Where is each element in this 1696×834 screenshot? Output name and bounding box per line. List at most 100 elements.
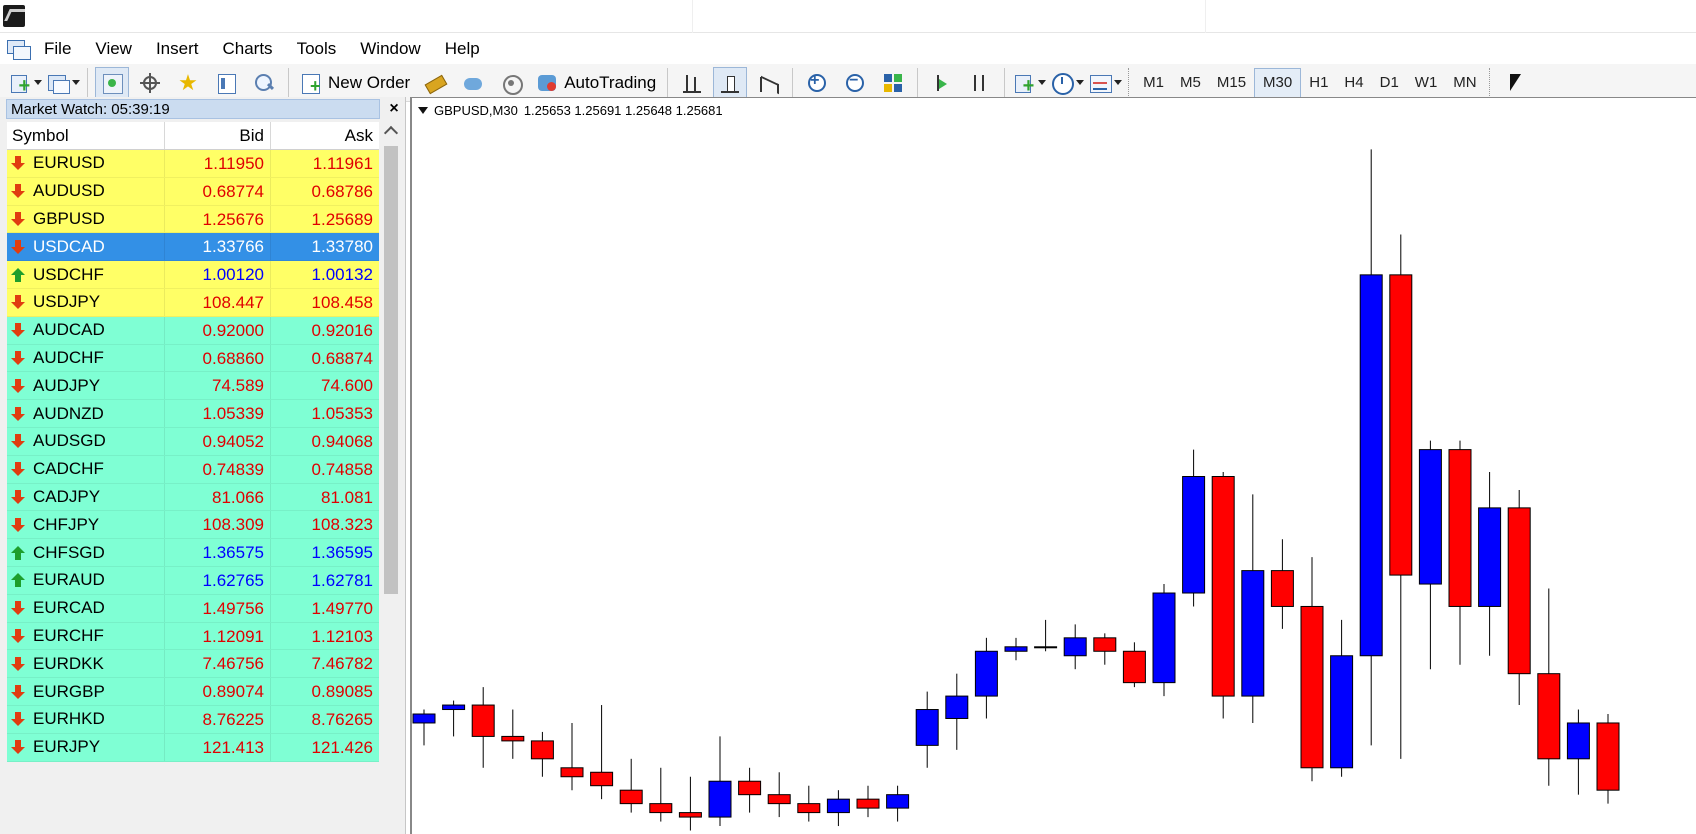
line-chart-button[interactable] [751,67,785,99]
timeframe-m5[interactable]: M5 [1172,68,1209,98]
new-chart-button[interactable] [8,67,42,99]
cursor-button[interactable] [1498,67,1532,99]
close-icon[interactable]: × [386,100,402,118]
chart-shift-button[interactable] [925,67,959,99]
navigator-button[interactable]: ★ [171,67,205,99]
candle [1330,619,1354,777]
market-watch-row-audchf[interactable]: AUDCHF 0.68860 0.68874 [7,344,379,373]
market-watch-row-audusd[interactable]: AUDUSD 0.68774 0.68786 [7,177,379,206]
symbol-cell: EURCAD [7,594,165,622]
market-watch-row-audsgd[interactable]: AUDSGD 0.94052 0.94068 [7,427,379,456]
chart-menu-triangle-icon[interactable] [418,107,428,114]
menu-view[interactable]: View [83,34,144,64]
candle-body-bull [1478,507,1502,607]
timeframe-m30[interactable]: M30 [1254,67,1302,98]
chevron-down-icon[interactable] [1075,80,1084,85]
market-watch-row-eurhkd[interactable]: EURHKD 8.76225 8.76265 [7,705,379,734]
market-watch-row-eurusd[interactable]: EURUSD 1.11950 1.11961 [7,150,379,178]
toolbar-grip[interactable] [1488,67,1492,98]
candle-body-bear [530,740,554,760]
market-watch-row-gbpusd[interactable]: GBPUSD 1.25676 1.25689 [7,205,379,234]
timeframe-m1[interactable]: M1 [1135,68,1172,98]
ask-cell: 0.68786 [311,181,373,201]
menu-charts[interactable]: Charts [210,34,284,64]
candle [649,767,673,822]
vps-button[interactable] [456,67,490,99]
timeframe-w1[interactable]: W1 [1407,68,1446,98]
menu-file[interactable]: File [32,34,83,64]
chevron-down-icon[interactable] [1113,80,1122,85]
market-watch-row-eurdkk[interactable]: EURDKK 7.46756 7.46782 [7,650,379,679]
menu-tools[interactable]: Tools [285,34,349,64]
timeframe-m15[interactable]: M15 [1209,68,1254,98]
market-watch-row-usdcad[interactable]: USDCAD 1.33766 1.33780 [7,233,379,262]
market-watch-row-eurchf[interactable]: EURCHF 1.12091 1.12103 [7,622,379,651]
candle [1241,494,1265,723]
chevron-down-icon[interactable] [33,80,42,85]
strategy-tester-button[interactable] [247,67,281,99]
timeframe-d1[interactable]: D1 [1372,68,1407,98]
candle [590,705,614,800]
templates-button[interactable] [1088,67,1122,99]
ask-cell: 1.33780 [311,237,373,257]
column-header-symbol[interactable]: Symbol [7,122,165,149]
toolbar-separator [667,67,669,98]
candle-body-bull [1152,592,1176,684]
menu-help[interactable]: Help [433,34,492,64]
candle-body-bear [738,780,762,796]
candlesticks-button[interactable] [713,66,748,99]
market-watch-row-cadjpy[interactable]: CADJPY 81.066 81.081 [7,483,379,512]
chevron-down-icon[interactable] [71,80,80,85]
chevron-up-icon[interactable] [383,125,399,141]
column-header-bid[interactable]: Bid [165,122,271,149]
market-watch-row-eurjpy[interactable]: EURJPY 121.413 121.426 [7,733,379,762]
signals-button[interactable] [494,67,528,99]
auto-scroll-button[interactable] [963,67,997,99]
candle [1359,149,1383,746]
market-watch-row-eurgbp[interactable]: EURGBP 0.89074 0.89085 [7,678,379,706]
profiles-button[interactable] [46,67,80,99]
market-watch-row-usdchf[interactable]: USDCHF 1.00120 1.00132 [7,261,379,289]
market-watch-toggle-button[interactable] [95,66,129,99]
symbol-name: EURCHF [33,625,104,645]
timeframe-mn[interactable]: MN [1445,68,1484,98]
candle-body-bear [649,803,673,814]
arrow-down-icon [11,211,25,226]
chart-window[interactable]: GBPUSD,M30 1.25653 1.25691 1.25648 1.256… [410,97,1696,834]
timeframe-h1[interactable]: H1 [1301,68,1336,98]
new-order-button[interactable]: New Order [296,67,414,99]
candle-body-bull [1182,476,1206,594]
market-watch-row-usdjpy[interactable]: USDJPY 108.447 108.458 [7,288,379,317]
market-watch-row-euraud[interactable]: EURAUD 1.62765 1.62781 [7,566,379,595]
terminal-button[interactable] [209,67,243,99]
metaeditor-button[interactable] [418,67,452,99]
market-watch-scrollbar[interactable] [381,122,401,834]
data-window-button[interactable] [133,67,167,99]
tile-windows-button[interactable] [876,67,910,99]
toolbar-grip[interactable] [1128,67,1131,98]
zoom-out-button[interactable] [838,67,872,99]
zoom-in-button[interactable] [800,67,834,99]
market-watch-row-audjpy[interactable]: AUDJPY 74.589 74.600 [7,372,379,401]
menu-window[interactable]: Window [348,34,432,64]
candle-body-bear [797,803,821,814]
market-watch-row-audcad[interactable]: AUDCAD 0.92000 0.92016 [7,316,379,345]
market-watch-row-cadchf[interactable]: CADCHF 0.74839 0.74858 [7,455,379,484]
autotrading-button[interactable]: AutoTrading [532,67,660,99]
column-header-ask[interactable]: Ask [271,122,379,149]
market-watch-row-chfsgd[interactable]: CHFSGD 1.36575 1.36595 [7,539,379,567]
timeframe-h4[interactable]: H4 [1336,68,1371,98]
indicators-button[interactable] [1012,67,1046,99]
market-watch-row-chfjpy[interactable]: CHFJPY 108.309 108.323 [7,511,379,540]
window-system-menu-icon[interactable] [4,37,32,61]
bar-chart-button[interactable] [675,67,709,99]
symbol-name: CHFSGD [33,542,105,562]
chevron-down-icon[interactable] [1037,80,1046,85]
market-watch-row-audnzd[interactable]: AUDNZD 1.05339 1.05353 [7,400,379,428]
scrollbar-thumb[interactable] [384,146,398,594]
market-watch-row-eurcad[interactable]: EURCAD 1.49756 1.49770 [7,594,379,623]
arrow-down-icon [11,489,25,504]
menu-insert[interactable]: Insert [144,34,211,64]
periods-button[interactable] [1050,67,1084,99]
candlestick-chart[interactable] [412,98,1696,834]
